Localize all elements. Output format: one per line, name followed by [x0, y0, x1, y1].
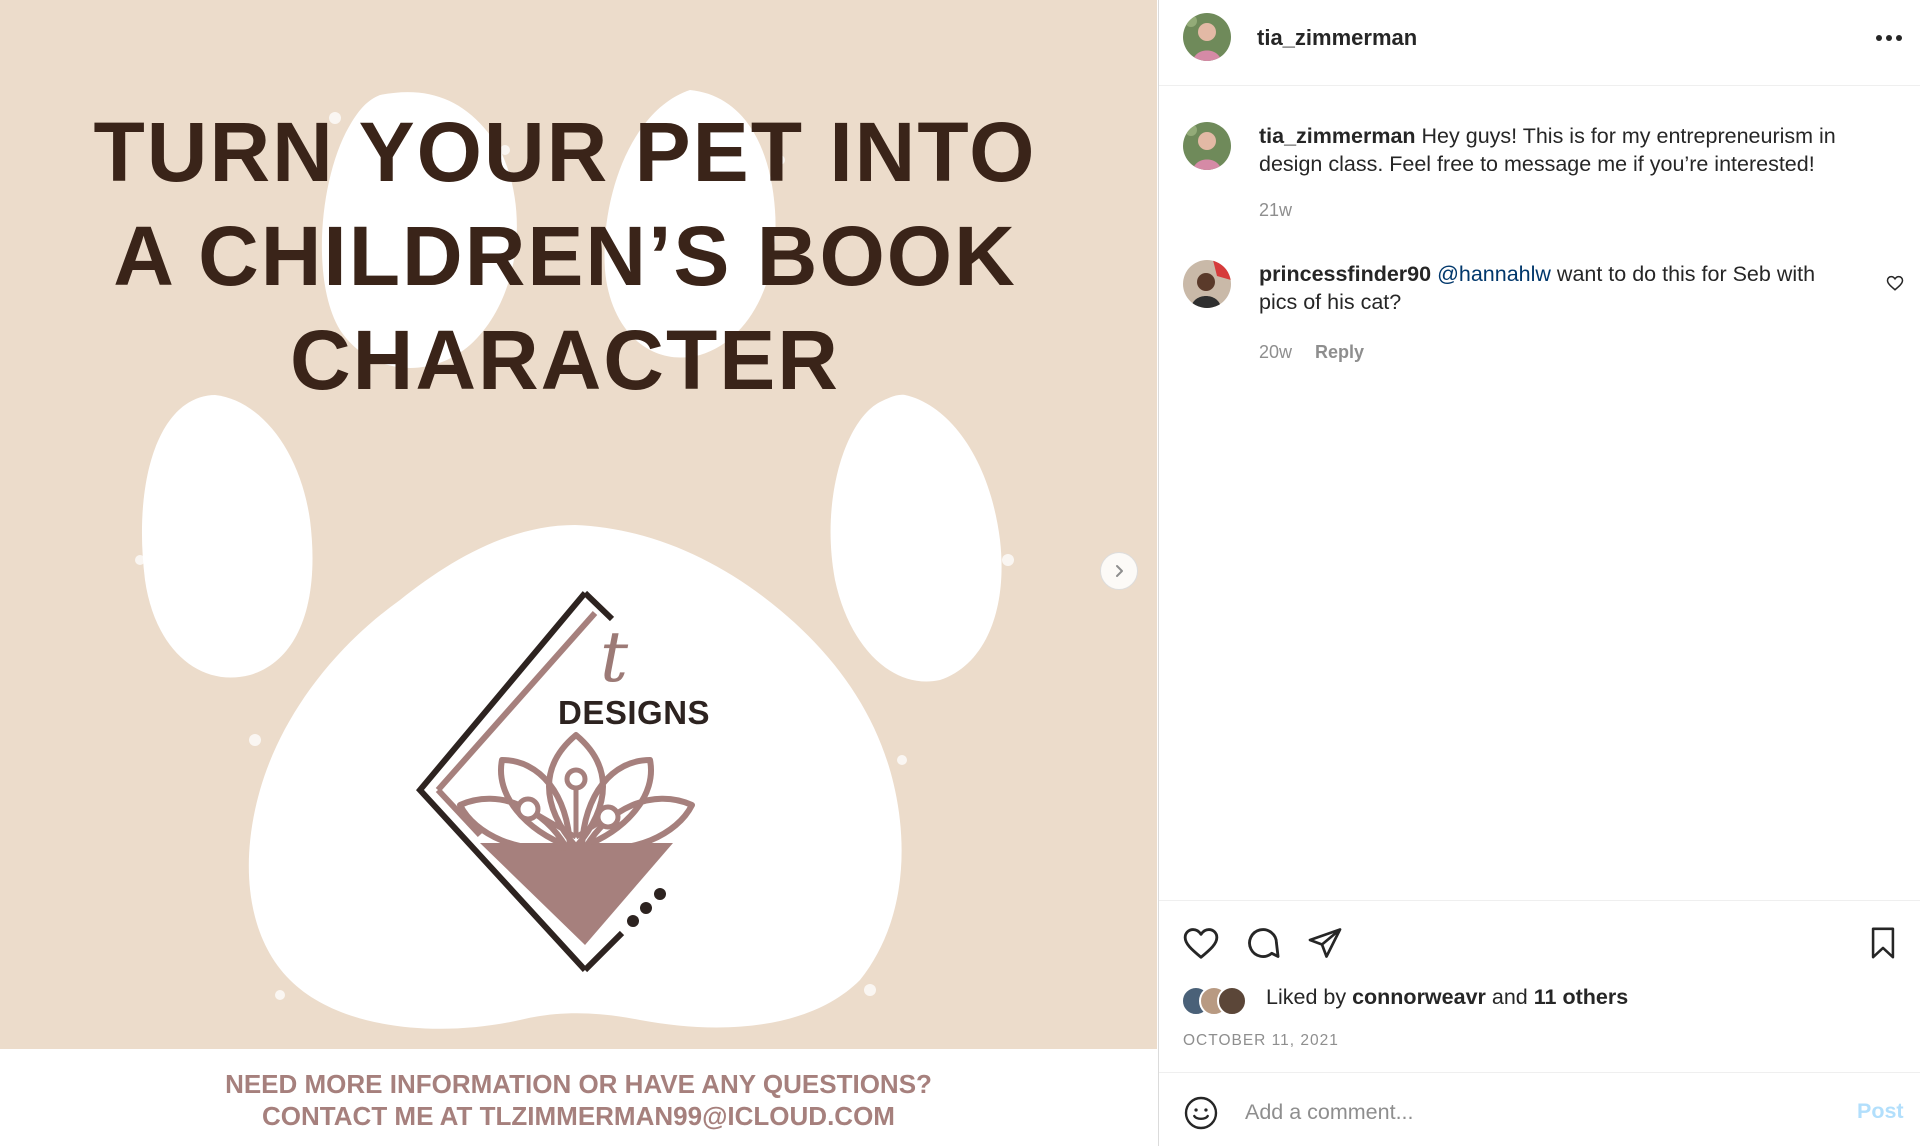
comment-body: tia_zimmerman Hey guys! This is for my e…	[1259, 122, 1859, 178]
share-icon	[1308, 928, 1342, 958]
media-footer-line-1: NEED MORE INFORMATION OR HAVE ANY QUESTI…	[225, 1069, 932, 1099]
t-designs-logo	[416, 590, 695, 973]
avatar-image	[1183, 13, 1231, 61]
avatar[interactable]	[1183, 122, 1231, 170]
heart-icon	[1183, 928, 1219, 959]
header-username[interactable]: tia_zimmerman	[1257, 25, 1417, 51]
more-options-button[interactable]	[1871, 26, 1907, 50]
reply-button[interactable]: Reply	[1315, 342, 1364, 362]
post-comment-button[interactable]: Post	[1857, 1099, 1904, 1124]
avatar-image	[1183, 122, 1231, 170]
next-slide-button[interactable]	[1100, 552, 1138, 590]
emoji-button[interactable]	[1181, 1093, 1221, 1133]
likes-prefix: Liked by	[1266, 985, 1347, 1009]
liker-avatars[interactable]	[1181, 983, 1261, 1019]
logo-wordmark: DESIGNS	[558, 694, 711, 731]
save-button[interactable]	[1863, 923, 1903, 963]
chevron-right-icon	[1116, 565, 1123, 577]
likes-conj: and	[1491, 985, 1528, 1009]
post-actions: Liked by connorweavr and 11 others OCTOB…	[1159, 900, 1920, 1070]
comment-username[interactable]: tia_zimmerman	[1259, 124, 1416, 148]
comment-input[interactable]	[1243, 1091, 1827, 1133]
like-button[interactable]	[1181, 923, 1221, 963]
emoji-icon	[1184, 1096, 1218, 1130]
post-header: tia_zimmerman	[1159, 0, 1920, 86]
comment-time[interactable]: 21w	[1259, 200, 1292, 220]
headline-line-3: CHARACTER	[290, 313, 840, 407]
likes-others[interactable]: 11 others	[1534, 985, 1628, 1009]
comment-body: princessfinder90 @hannahlw want to do th…	[1259, 260, 1859, 316]
post-details-panel: tia_zimmerman tia_zimmerman Hey guys! Th…	[1158, 0, 1920, 1146]
post-media: TURN YOUR PET INTO A CHILDREN’S BOOK CHA…	[0, 0, 1157, 1146]
share-button[interactable]	[1305, 923, 1345, 963]
comment-composer: Post	[1159, 1072, 1920, 1146]
comment-meta: 21w	[1259, 200, 1292, 221]
comment-like-button[interactable]	[1886, 274, 1904, 297]
heart-icon	[1886, 275, 1904, 291]
headline-line-2: A CHILDREN’S BOOK	[113, 209, 1017, 303]
more-horizontal-icon	[1876, 35, 1902, 41]
media-footer-line-2: CONTACT ME AT TLZIMMERMAN99@ICLOUD.COM	[262, 1101, 895, 1131]
comment-button[interactable]	[1243, 923, 1283, 963]
logo-script-letter: t	[600, 616, 629, 698]
comment-username[interactable]: princessfinder90	[1259, 262, 1431, 286]
post-headline: TURN YOUR PET INTO A CHILDREN’S BOOK CHA…	[60, 100, 1070, 412]
comment-time[interactable]: 20w	[1259, 342, 1292, 362]
comment-meta: 20w Reply	[1259, 342, 1364, 363]
avatar-image	[1183, 260, 1231, 308]
comment-mention[interactable]: @hannahlw	[1437, 262, 1551, 286]
comment-icon	[1248, 928, 1280, 958]
avatar[interactable]	[1183, 13, 1231, 61]
headline-line-1: TURN YOUR PET INTO	[93, 105, 1037, 199]
avatar	[1217, 986, 1247, 1016]
liker-username[interactable]: connorweavr	[1352, 985, 1486, 1009]
bookmark-icon	[1871, 927, 1895, 959]
likes-summary: Liked by connorweavr and 11 others	[1266, 985, 1628, 1010]
post-date[interactable]: OCTOBER 11, 2021	[1183, 1032, 1339, 1050]
avatar[interactable]	[1183, 260, 1231, 308]
